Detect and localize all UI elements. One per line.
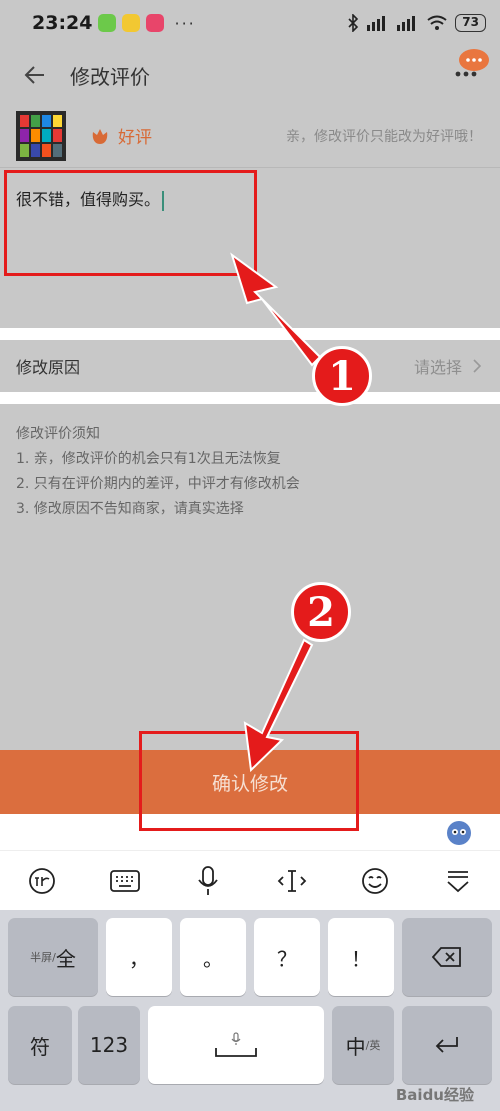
notice-line: 1. 亲，修改评价的机会只有1次且无法恢复: [16, 451, 281, 467]
period-key[interactable]: 。: [180, 918, 246, 996]
reason-select-value[interactable]: 请选择: [414, 354, 462, 378]
half-full-width-key[interactable]: 半屏/全: [8, 918, 98, 996]
chevron-right-icon: [473, 359, 482, 373]
annotation-number-1: 1: [312, 346, 372, 406]
backspace-icon: [432, 947, 461, 967]
comma-key[interactable]: ，: [106, 918, 172, 996]
enter-icon: [435, 1037, 458, 1053]
status-bar: 23:24 ··· 73: [0, 0, 500, 46]
keyboard-toolbar: [0, 850, 500, 910]
page-title: 修改评价: [70, 64, 150, 89]
keyboard-icon[interactable]: [108, 864, 142, 898]
backspace-key[interactable]: [402, 918, 492, 996]
signal-icon: [397, 16, 416, 31]
annotation-box-confirm: [139, 731, 359, 831]
xunfei-logo-icon[interactable]: [25, 864, 59, 898]
chinese-label: 中: [345, 1034, 366, 1059]
question-key[interactable]: ？: [254, 918, 320, 996]
status-time: 23:24: [32, 12, 93, 34]
modify-notice: 修改评价须知 1. 亲，修改评价的机会只有1次且无法恢复 2. 只有在评价期内的…: [0, 404, 500, 750]
emoji-icon[interactable]: [358, 864, 392, 898]
numeric-key[interactable]: 123: [78, 1006, 140, 1084]
microphone-icon[interactable]: [191, 864, 225, 898]
enter-key[interactable]: [402, 1006, 492, 1084]
assistant-bot-icon[interactable]: [446, 820, 472, 846]
more-menu-icon[interactable]: [450, 48, 490, 82]
good-rating-flower-icon[interactable]: [90, 126, 110, 146]
soft-keyboard: 半屏/全 ， 。 ？ ！ 符 123 中/英: [0, 910, 500, 1111]
collapse-keyboard-icon[interactable]: [441, 864, 475, 898]
reason-label: 修改原因: [16, 358, 81, 377]
battery-indicator: 73: [455, 14, 486, 32]
space-key[interactable]: [148, 1006, 324, 1084]
wifi-icon: [427, 15, 447, 30]
exclaim-key[interactable]: ！: [328, 918, 394, 996]
english-label: /英: [365, 1039, 381, 1052]
annotation-number-2: 2: [291, 582, 351, 642]
modify-reason-row[interactable]: 修改原因 请选择: [0, 340, 500, 392]
app-badge-icon: [98, 14, 117, 32]
notice-title: 修改评价须知: [16, 426, 100, 442]
space-microphone-icon: [231, 1032, 241, 1045]
app-badge-icon: [122, 14, 141, 32]
page-header: 修改评价: [0, 46, 500, 104]
full-width-label: 全: [55, 946, 76, 971]
cursor-move-icon[interactable]: [275, 864, 309, 898]
language-switch-key[interactable]: 中/英: [332, 1006, 394, 1084]
status-icons: 73: [347, 14, 486, 32]
half-screen-label: 半屏/: [30, 951, 56, 964]
rating-hint: 亲，修改评价只能改为好评哦！: [286, 128, 482, 145]
notice-line: 2. 只有在评价期内的差评，中评才有修改机会: [16, 476, 300, 492]
space-bar-icon: [215, 1048, 257, 1057]
rating-label[interactable]: 好评: [118, 123, 152, 148]
back-arrow-icon[interactable]: [22, 62, 48, 88]
more-notifications-icon: ···: [174, 13, 196, 33]
product-rating-row: 好评 亲，修改评价只能改为好评哦！: [0, 104, 500, 168]
signal-icon: [367, 16, 386, 31]
watermark: Baidu经验: [395, 1086, 474, 1104]
bluetooth-icon: [348, 14, 359, 32]
product-thumbnail: [16, 110, 66, 161]
app-badge-icon: [146, 14, 165, 32]
symbol-key[interactable]: 符: [8, 1006, 72, 1084]
annotation-box-review: [4, 170, 257, 276]
notice-line: 3. 修改原因不告知商家，请真实选择: [16, 501, 244, 517]
